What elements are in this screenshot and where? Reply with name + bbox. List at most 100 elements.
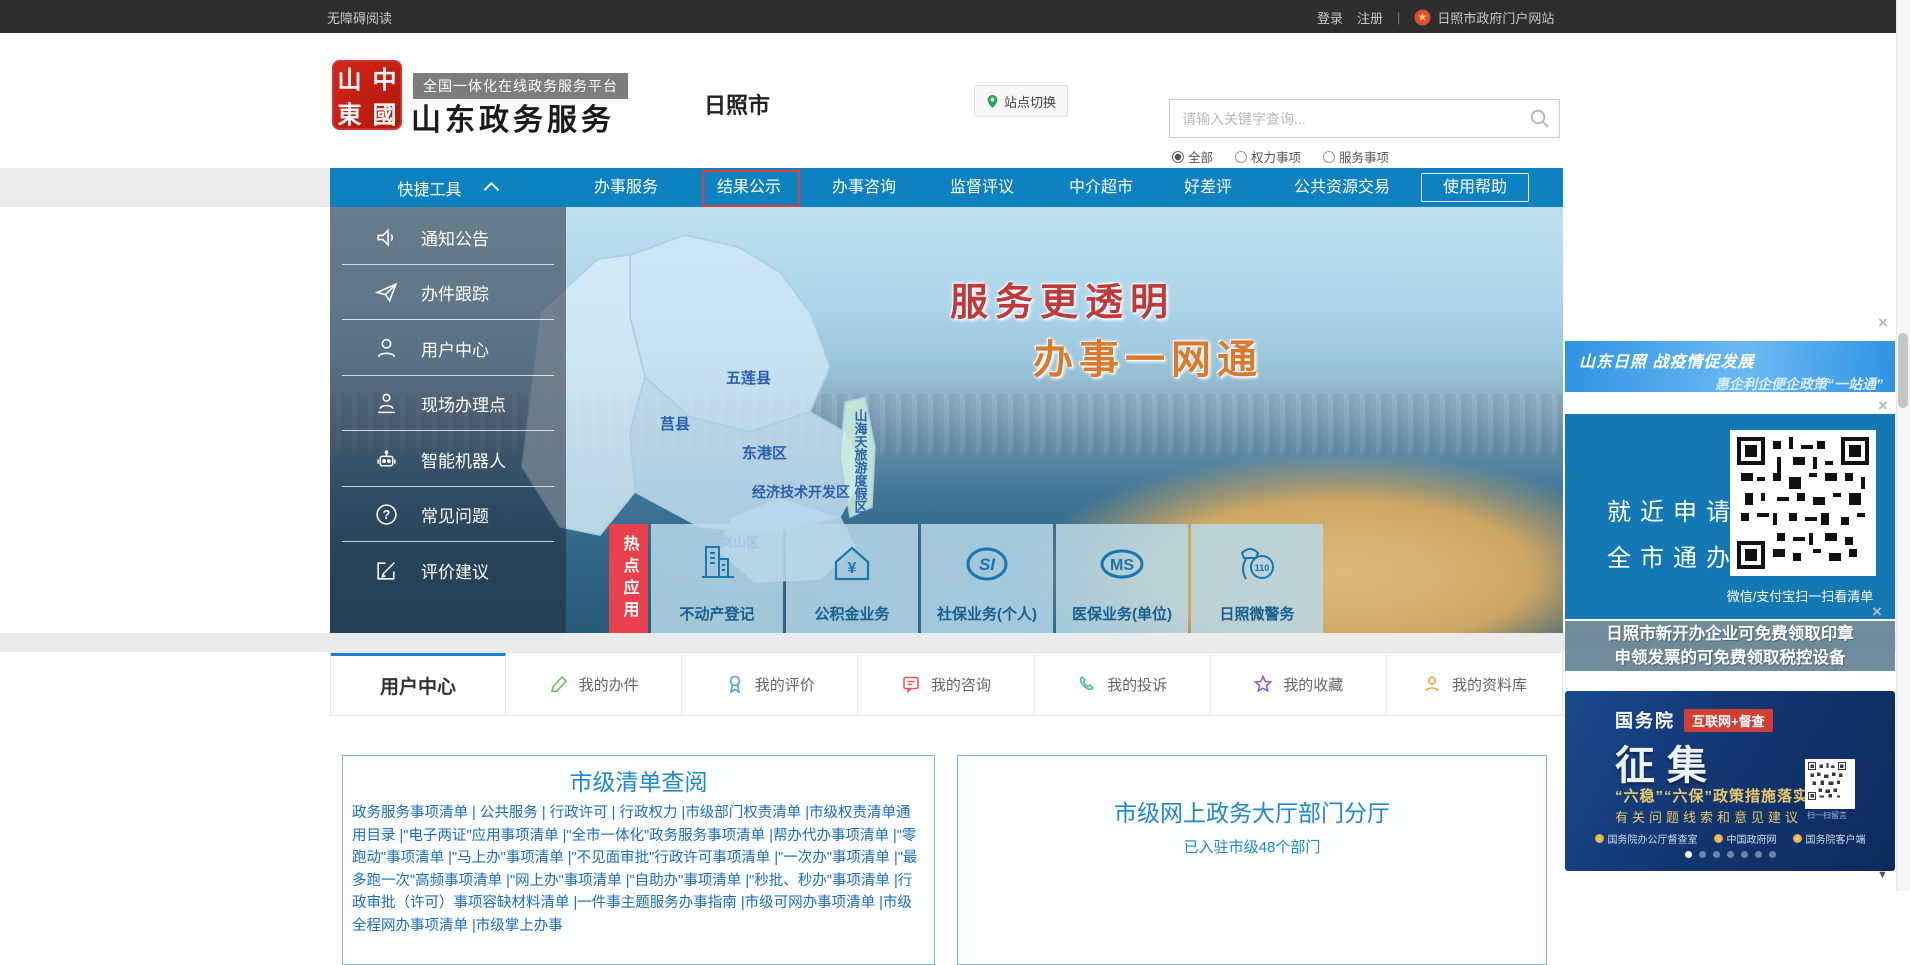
portal-link[interactable]: 日照市政府门户网站 (1414, 8, 1554, 27)
ad-new-business-notice[interactable]: 日照市新开办企业可免费领取印章 申领发票的可免费领取税控设备 (1565, 621, 1895, 671)
ad4-footer-item: 国务院客户端 (1806, 831, 1866, 846)
tab-my-favorites[interactable]: 我的收藏 (1211, 653, 1387, 715)
menu-label: 常见问题 (421, 502, 489, 527)
close-icon[interactable]: × (1872, 605, 1882, 619)
paper-plane-icon (374, 280, 399, 305)
police-110-icon: 110 (1232, 541, 1282, 587)
topbar: 无障碍阅读 登录 注册 | 日照市政府门户网站 (0, 0, 1910, 33)
edit-icon (374, 558, 399, 583)
hot-app-social-insurance[interactable]: SI 社保业务(个人) (921, 524, 1053, 633)
list-panel-title[interactable]: 市级清单查阅 (343, 763, 934, 797)
login-link[interactable]: 登录 (1317, 8, 1343, 27)
list-panel-links[interactable]: 政务服务事项清单 | 公共服务 | 行政许可 | 行政权力 |市级部门权责清单 … (352, 802, 925, 937)
ad4-footer-item: 国务院办公厅督查室 (1608, 831, 1698, 846)
radio-icon[interactable] (1323, 151, 1335, 163)
menu-label: 评价建议 (421, 558, 489, 583)
menu-label: 通知公告 (421, 225, 489, 250)
menu-item-feedback[interactable]: 评价建议 (330, 549, 566, 591)
accessibility-link[interactable]: 无障碍阅读 (327, 8, 392, 27)
main-nav: 快捷工具 办事服务 结果公示 办事咨询 监督评议 中介超市 好差评 公共资源交易… (330, 168, 1563, 207)
register-link[interactable]: 注册 (1357, 8, 1383, 27)
nav-item-gonggong-ziyuan[interactable]: 公共资源交易 (1294, 168, 1390, 207)
svg-text:110: 110 (1255, 563, 1270, 573)
carousel-dot[interactable] (1769, 851, 1776, 858)
site-switch-label: 站点切换 (1004, 92, 1056, 111)
page-scrollbar[interactable] (1896, 0, 1910, 891)
chevron-up-icon (483, 182, 499, 198)
menu-item-faq[interactable]: ? 常见问题 (330, 493, 566, 535)
tab-my-items[interactable]: 我的办件 (506, 653, 682, 715)
hot-app-label: 不动产登记 (679, 603, 754, 624)
hot-app-realestate[interactable]: 不动产登记 (651, 524, 783, 633)
ad-citywide-service-banner[interactable]: 就近申请 全市通办 微信/支付宝扫一扫看清单 (1565, 414, 1895, 619)
tab-my-inquiries[interactable]: 我的咨询 (858, 653, 1034, 715)
hot-app-medical-insurance[interactable]: MS 医保业务(单位) (1056, 524, 1188, 633)
hot-app-housing-fund[interactable]: ¥ 公积金业务 (786, 524, 918, 633)
menu-separator (342, 264, 554, 265)
carousel-dot[interactable] (1741, 851, 1748, 858)
menu-item-service-points[interactable]: 现场办理点 (330, 382, 566, 424)
nav-item-haochaping[interactable]: 好差评 (1184, 168, 1232, 207)
robot-icon (374, 447, 399, 472)
city-list-panel: 市级清单查阅 政务服务事项清单 | 公共服务 | 行政许可 | 行政权力 |市级… (342, 755, 935, 965)
menu-separator (342, 486, 554, 487)
nav-quick-tools[interactable]: 快捷工具 (330, 168, 566, 207)
search-box (1169, 99, 1560, 138)
scope-service-items[interactable]: 服务事项 (1323, 147, 1389, 166)
scope-label: 服务事项 (1339, 147, 1389, 166)
tab-my-documents[interactable]: 我的资料库 (1387, 653, 1562, 715)
radio-selected-icon[interactable] (1172, 151, 1184, 163)
menu-separator (342, 541, 554, 542)
scope-all[interactable]: 全部 (1172, 147, 1213, 166)
carousel-dot[interactable] (1727, 851, 1734, 858)
help-button[interactable]: 使用帮助 (1421, 173, 1529, 202)
seal-char: 山 (332, 60, 367, 95)
tab-my-complaints[interactable]: 我的投诉 (1035, 653, 1211, 715)
ad-state-council-collection[interactable]: 国务院 互联网+督查 征集 “六稳”“六保”政策措施落实 有关问题线索和意见建议… (1565, 691, 1895, 871)
carousel-dot[interactable] (1713, 851, 1720, 858)
user-center-tabs: 用户中心 我的办件 我的评价 我的咨询 我的投诉 我的收藏 我的资料库 (330, 652, 1563, 716)
scrollbar-thumb[interactable] (1898, 333, 1908, 408)
svg-text:¥: ¥ (848, 560, 857, 577)
carousel-dot[interactable] (1755, 851, 1762, 858)
logo-seal[interactable]: 山 中 東 國 (332, 60, 402, 130)
scope-power-items[interactable]: 权力事项 (1235, 147, 1301, 166)
service-desk-icon (374, 391, 399, 416)
close-icon[interactable]: × (1878, 316, 1888, 330)
close-icon[interactable]: × (1878, 399, 1888, 413)
site-name[interactable]: 山东政务服务 (411, 95, 615, 139)
search-input[interactable] (1169, 99, 1560, 138)
menu-item-robot[interactable]: 智能机器人 (330, 438, 566, 480)
ad-epidemic-policy-banner[interactable]: 山东日照 战疫情促发展 惠企利企便企政策“一站通” (1565, 341, 1895, 392)
qr-code (1730, 430, 1876, 576)
hot-apps-row: 热点应用 不动产登记 ¥ 公积金业务 (609, 524, 1323, 633)
hot-app-police[interactable]: 110 日照微警务 (1191, 524, 1323, 633)
nav-item-zhongjie-chaoshi[interactable]: 中介超市 (1069, 168, 1133, 207)
menu-item-tracking[interactable]: 办件跟踪 (330, 271, 566, 313)
speaker-icon (374, 225, 399, 250)
nav-item-banshi-fuwu[interactable]: 办事服务 (594, 168, 658, 207)
menu-item-notices[interactable]: 通知公告 (330, 216, 566, 258)
tab-label: 我的收藏 (1283, 674, 1343, 695)
tab-my-reviews[interactable]: 我的评价 (682, 653, 858, 715)
menu-label: 智能机器人 (421, 447, 506, 472)
nav-item-jiandu-pingyi[interactable]: 监督评议 (950, 168, 1014, 207)
ad2-line2: 全市通办 (1607, 538, 1739, 573)
svg-text:MS: MS (1110, 557, 1134, 574)
ad3-line1: 日照市新开办企业可免费领取印章 (1606, 622, 1854, 646)
nav-item-jieguo-gongshi[interactable]: 结果公示 (717, 168, 781, 207)
site-switch-button[interactable]: 站点切换 (974, 85, 1068, 117)
location-pin-icon (986, 94, 999, 109)
nav-item-banshi-zixun[interactable]: 办事咨询 (832, 168, 896, 207)
carousel-dot-active[interactable] (1685, 851, 1692, 858)
qr-code-small (1805, 759, 1855, 809)
menu-separator (342, 430, 554, 431)
scroll-down-icon[interactable]: ▼ (1877, 869, 1888, 881)
search-icon[interactable] (1529, 108, 1550, 129)
department-hall-panel: 市级网上政务大厅部门分厅 已入驻市级48个部门 (957, 755, 1547, 965)
radio-icon[interactable] (1235, 151, 1247, 163)
hall-panel-title[interactable]: 市级网上政务大厅部门分厅 (958, 794, 1546, 828)
menu-item-user-center[interactable]: 用户中心 (330, 327, 566, 369)
carousel-dot[interactable] (1699, 851, 1706, 858)
tab-user-center[interactable]: 用户中心 (331, 653, 506, 715)
